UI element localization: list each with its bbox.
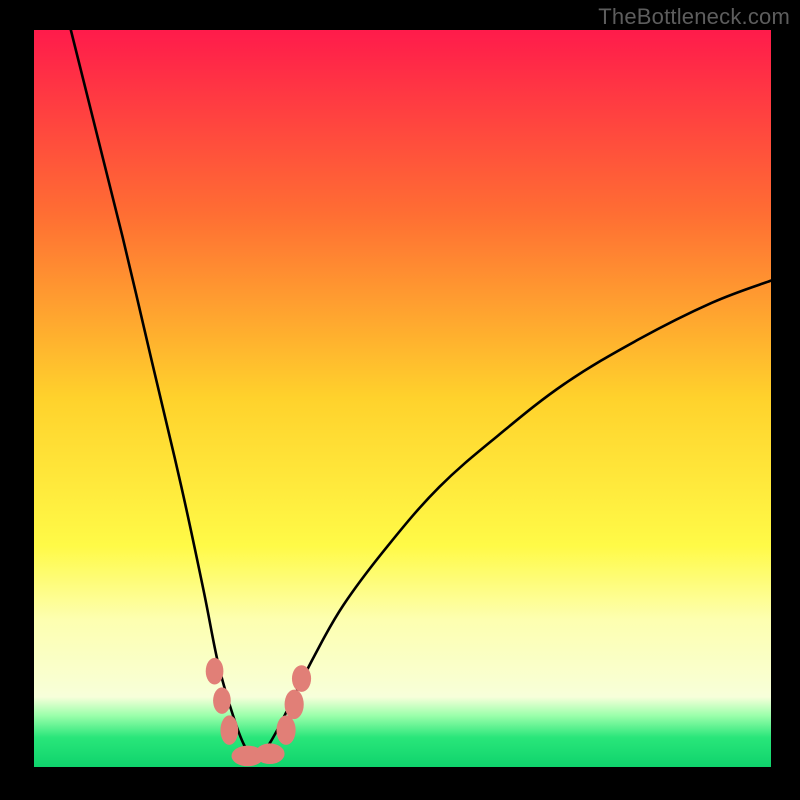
chart-frame: TheBottleneck.com — [0, 0, 800, 800]
bottleneck-chart — [0, 0, 800, 800]
gradient-background — [34, 30, 771, 767]
watermark-text: TheBottleneck.com — [598, 4, 790, 30]
curve-marker — [220, 715, 238, 744]
curve-marker — [213, 687, 231, 714]
curve-marker — [255, 743, 284, 764]
curve-marker — [276, 715, 295, 744]
curve-marker — [292, 665, 311, 692]
curve-marker — [285, 690, 304, 719]
curve-marker — [206, 658, 224, 685]
